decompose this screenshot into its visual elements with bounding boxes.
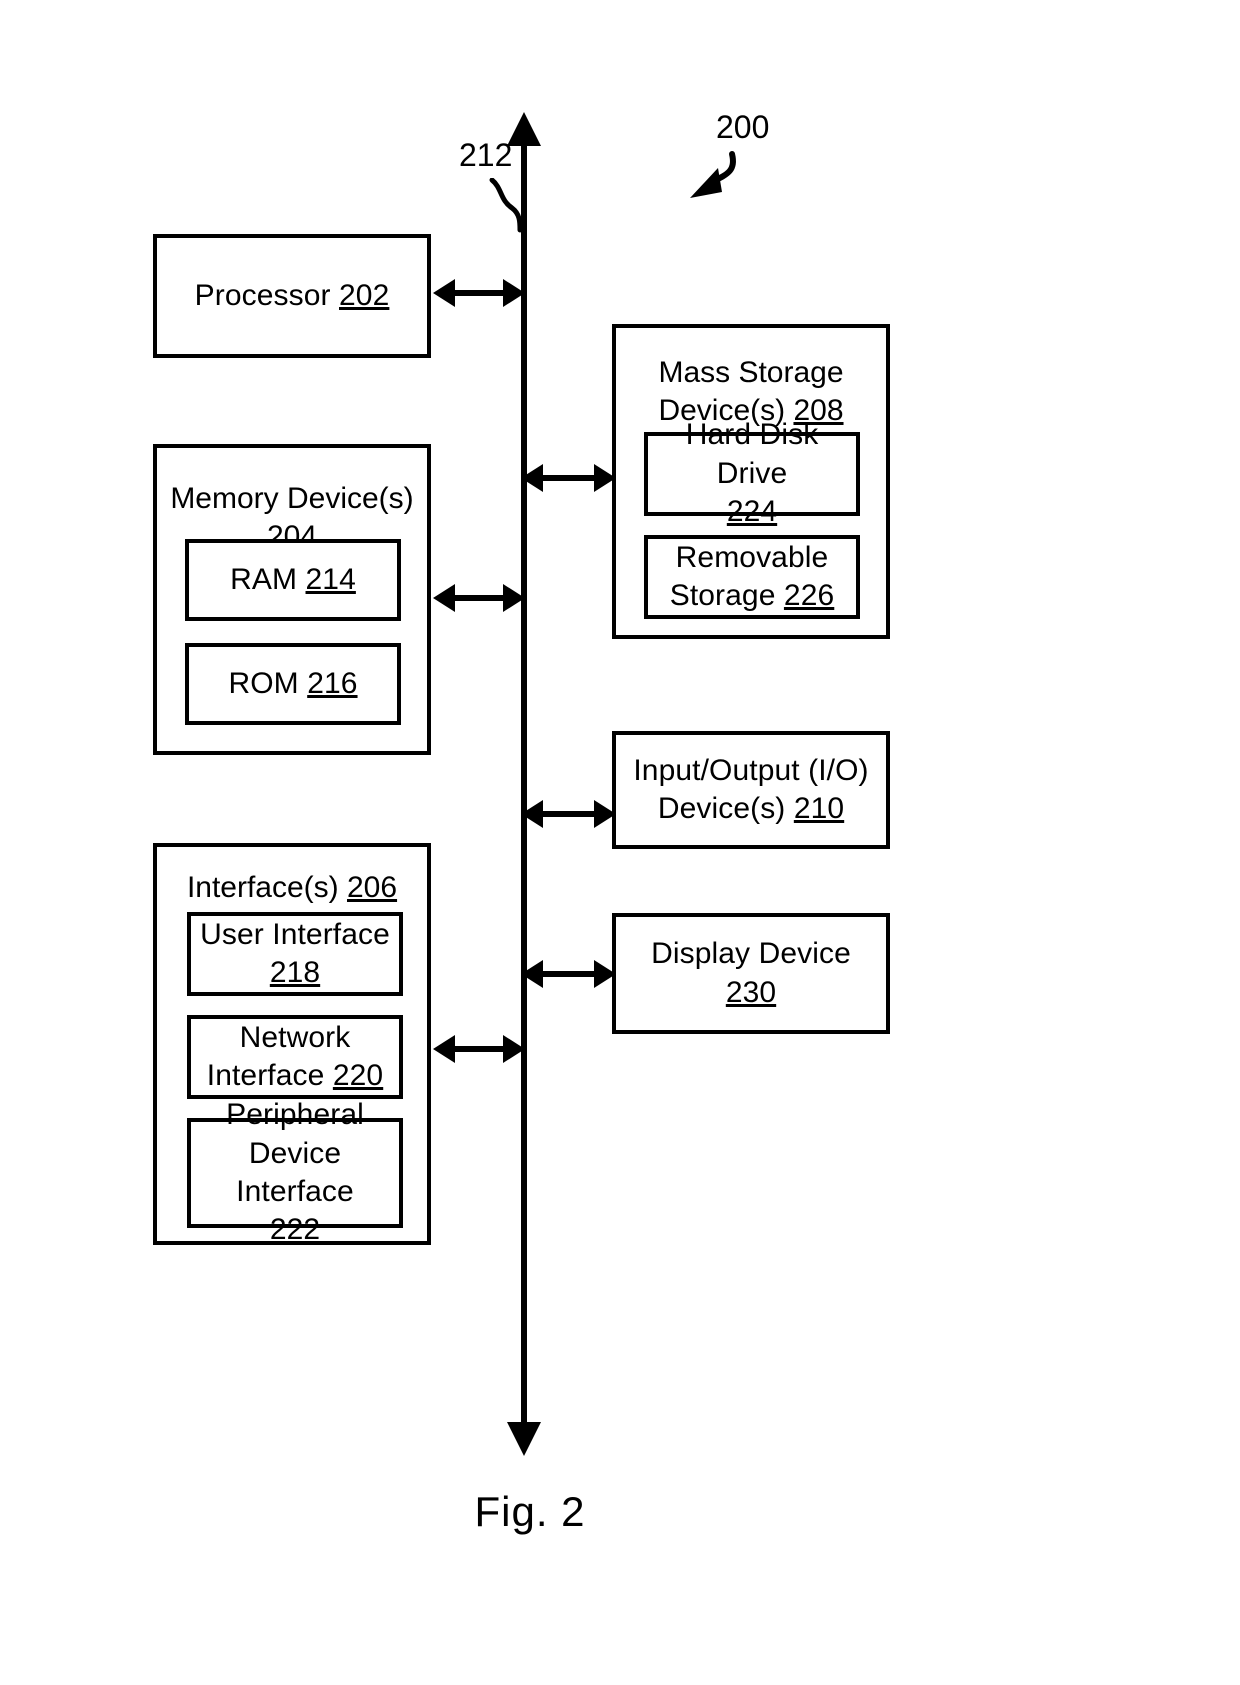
block-removable-storage-label: Removable Storage 226 [669,540,835,612]
block-removable-storage-ref: 226 [783,579,835,612]
block-io-devices-ref: 210 [793,792,845,825]
bus-arrow-bottom-icon [507,1422,541,1456]
block-interfaces[interactable]: Interface(s) 206 User Interface 218 Netw… [153,843,431,1246]
block-io-devices[interactable]: Input/Output (I/O) Device(s) 210 [612,731,890,849]
block-processor-label: Processor 202 [194,278,390,312]
block-ram-ref: 214 [305,562,356,596]
connector-processor-to-bus [433,279,525,307]
connector-bus-to-io-devices [521,800,616,828]
block-user-interface-ref: 218 [269,956,321,989]
connector-bus-to-mass-storage [521,464,616,492]
block-user-interface-label: User Interface 218 [200,917,390,989]
block-network-interface[interactable]: Network Interface 220 [187,1015,403,1099]
bus-reference-number: 212 [459,137,513,173]
connector-memory-to-bus [433,584,525,612]
connector-interfaces-to-bus [433,1035,525,1063]
block-io-devices-label: Input/Output (I/O) Device(s) 210 [633,753,869,825]
block-interfaces-ref: 206 [347,871,398,904]
block-peripheral-device-interface-ref: 222 [269,1213,321,1247]
figure-canvas: 212 200 Processor 202 Memory Device(s) 2… [0,0,1240,1685]
block-processor[interactable]: Processor 202 [153,234,431,358]
system-reference-number: 200 [716,109,770,145]
block-ram[interactable]: RAM 214 [185,539,401,621]
block-network-interface-label: Network Interface 220 [206,1020,384,1092]
block-display-device[interactable]: Display Device 230 [612,913,890,1034]
block-user-interface[interactable]: User Interface 218 [187,912,403,996]
bus-leader-line-icon [489,178,523,233]
block-display-device-ref: 230 [725,975,777,1009]
block-removable-storage[interactable]: Removable Storage 226 [644,535,860,619]
block-processor-ref: 202 [339,278,390,312]
block-rom-label: ROM 216 [228,666,358,700]
block-rom[interactable]: ROM 216 [185,643,401,725]
block-hard-disk-drive-ref: 224 [726,495,778,529]
block-ram-label: RAM 214 [230,562,356,596]
figure-caption: Fig. 2 [474,1488,586,1535]
block-network-interface-ref: 220 [332,1059,384,1092]
block-interfaces-title: Interface(s) 206 [186,871,398,904]
block-rom-ref: 216 [307,666,358,700]
block-peripheral-device-interface[interactable]: Peripheral Device Interface 222 [187,1098,403,1246]
block-hard-disk-drive[interactable]: Hard Disk Drive 224 [644,418,860,528]
system-leader-arrow-icon [690,151,736,198]
connector-bus-to-display-device [521,960,616,988]
system-bus-line [521,138,527,1448]
block-mass-storage[interactable]: Mass Storage Device(s) 208 Hard Disk Dri… [612,324,890,639]
block-hard-disk-drive-label: Hard Disk Drive 224 [685,418,819,529]
block-peripheral-device-interface-label: Peripheral Device Interface 222 [226,1098,364,1247]
block-display-device-label: Display Device 230 [651,937,851,1009]
block-memory-devices[interactable]: Memory Device(s) 204 RAM 214 ROM 216 [153,444,431,755]
